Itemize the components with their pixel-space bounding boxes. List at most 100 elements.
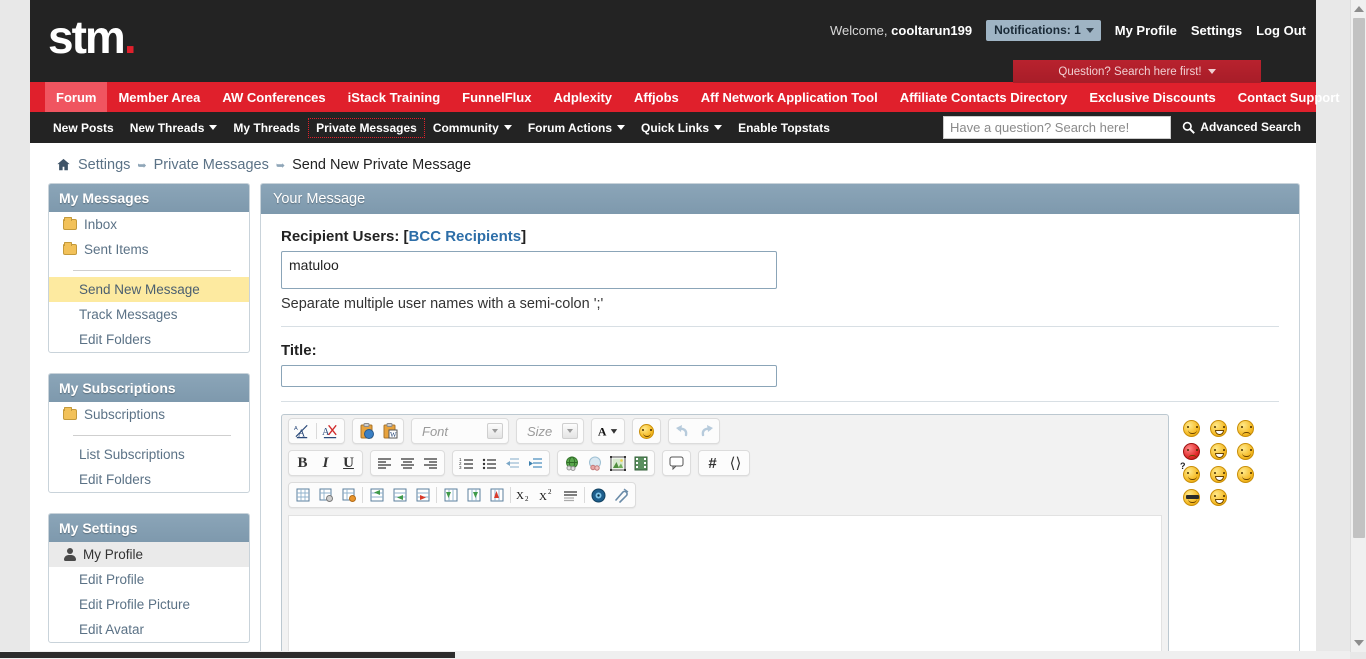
subnav-new-threads[interactable]: New Threads	[122, 118, 226, 138]
remove-text-formatting-icon[interactable]: AA	[291, 420, 314, 442]
sidebar-item-subscriptions[interactable]: Subscriptions	[49, 402, 249, 427]
surprised-smiley[interactable]	[1210, 489, 1227, 506]
remove-font-color-icon[interactable]: A	[319, 420, 342, 442]
sidebar-item-my-profile[interactable]: My Profile	[49, 542, 249, 567]
delete-row-icon[interactable]	[411, 484, 434, 506]
recipient-users-input[interactable]	[281, 251, 777, 289]
sidebar-item-sent-items[interactable]: Sent Items	[49, 237, 249, 262]
superscript-icon[interactable]: X2	[536, 484, 559, 506]
insert-quote-icon[interactable]	[665, 452, 688, 474]
nav-item-aff-network-application-tool[interactable]: Aff Network Application Tool	[690, 82, 889, 112]
nav-item-aw-conferences[interactable]: AW Conferences	[211, 82, 336, 112]
paste-icon[interactable]	[355, 420, 378, 442]
search-input[interactable]	[943, 116, 1171, 139]
bold-icon[interactable]: B	[291, 452, 314, 474]
subscript-icon[interactable]: X2	[513, 484, 536, 506]
font-family-select[interactable]: Font	[414, 420, 506, 442]
sidebar-item-edit-folders-subscriptions[interactable]: Edit Folders	[49, 467, 249, 492]
insert-row-before-icon[interactable]	[365, 484, 388, 506]
outdent-icon[interactable]	[501, 452, 524, 474]
sidebar-item-edit-folders[interactable]: Edit Folders	[49, 327, 249, 352]
breadcrumb-item-settings[interactable]: Settings	[78, 157, 130, 173]
redo-icon[interactable]	[694, 420, 717, 442]
my-profile-link[interactable]: My Profile	[1115, 23, 1177, 38]
nav-item-affiliate-contacts-directory[interactable]: Affiliate Contacts Directory	[889, 82, 1079, 112]
table-properties-icon[interactable]	[314, 484, 337, 506]
sidebar-item-edit-avatar[interactable]: Edit Avatar	[49, 617, 249, 642]
log-out-link[interactable]: Log Out	[1256, 23, 1306, 38]
insert-image-icon[interactable]	[606, 452, 629, 474]
nav-item-exclusive-discounts[interactable]: Exclusive Discounts	[1078, 82, 1226, 112]
undo-icon[interactable]	[671, 420, 694, 442]
insert-attachment-icon[interactable]	[610, 484, 633, 506]
nav-item-istack-training[interactable]: iStack Training	[337, 82, 451, 112]
sidebar-item-track-messages[interactable]: Track Messages	[49, 302, 249, 327]
bcc-recipients-link[interactable]: BCC Recipients	[409, 228, 522, 245]
vertical-scrollbar-thumb[interactable]	[1353, 18, 1365, 538]
cool-smiley[interactable]	[1183, 489, 1200, 506]
align-right-icon[interactable]	[419, 452, 442, 474]
roll-eyes-smiley[interactable]	[1237, 466, 1254, 483]
sidebar-item-list-subscriptions[interactable]: List Subscriptions	[49, 442, 249, 467]
italic-icon[interactable]: I	[314, 452, 337, 474]
indent-icon[interactable]	[524, 452, 547, 474]
font-color-icon[interactable]: A	[594, 420, 622, 442]
horizontal-scrollbar-thumb[interactable]	[0, 652, 455, 658]
sidebar-item-send-new-message[interactable]: Send New Message	[49, 277, 249, 302]
grin-smiley[interactable]	[1210, 420, 1227, 437]
ordered-list-icon[interactable]: 123	[455, 452, 478, 474]
subnav-quick-links[interactable]: Quick Links	[633, 118, 730, 138]
smilies-icon[interactable]	[635, 420, 658, 442]
nav-item-forum[interactable]: Forum	[45, 82, 108, 112]
confused-smiley[interactable]: ?	[1180, 461, 1200, 483]
subnav-community[interactable]: Community	[425, 118, 520, 138]
message-body-editor[interactable]	[288, 515, 1162, 659]
scroll-down-arrow-icon[interactable]	[1354, 640, 1364, 646]
underline-icon[interactable]: U	[337, 452, 360, 474]
sidebar-item-inbox[interactable]: Inbox	[49, 212, 249, 237]
delete-column-icon[interactable]	[485, 484, 508, 506]
angry-smiley[interactable]	[1183, 443, 1200, 460]
frown-smiley[interactable]	[1237, 420, 1254, 437]
insert-row-after-icon[interactable]	[388, 484, 411, 506]
unlink-icon[interactable]	[583, 452, 606, 474]
insert-html-icon[interactable]: ⟨⟩	[724, 452, 747, 474]
subnav-forum-actions[interactable]: Forum Actions	[520, 118, 633, 138]
sidebar-item-edit-profile[interactable]: Edit Profile	[49, 567, 249, 592]
smile-smiley[interactable]	[1183, 420, 1200, 437]
subnav-new-posts[interactable]: New Posts	[45, 118, 122, 138]
insert-code-icon[interactable]: #	[701, 452, 724, 474]
nav-item-member-area[interactable]: Member Area	[107, 82, 211, 112]
sidebar-item-edit-profile-picture[interactable]: Edit Profile Picture	[49, 592, 249, 617]
notifications-button[interactable]: Notifications: 1	[986, 20, 1101, 41]
subnav-my-threads[interactable]: My Threads	[225, 118, 308, 138]
unordered-list-icon[interactable]	[478, 452, 501, 474]
advanced-search-link[interactable]: Advanced Search	[1182, 120, 1301, 134]
insert-media-icon[interactable]	[587, 484, 610, 506]
nav-item-adplexity[interactable]: Adplexity	[542, 82, 623, 112]
subnav-enable-topstats[interactable]: Enable Topstats	[730, 118, 838, 138]
nav-item-affjobs[interactable]: Affjobs	[623, 82, 690, 112]
insert-column-after-icon[interactable]	[462, 484, 485, 506]
tongue-smiley[interactable]	[1210, 443, 1227, 460]
wink-smiley[interactable]	[1237, 443, 1254, 460]
title-input[interactable]	[281, 365, 777, 387]
delete-table-icon[interactable]	[337, 484, 360, 506]
horizontal-scrollbar[interactable]	[0, 651, 1350, 659]
insert-video-icon[interactable]	[629, 452, 652, 474]
laugh-smiley[interactable]	[1210, 466, 1227, 483]
question-search-button[interactable]: Question? Search here first!	[1013, 60, 1261, 83]
align-center-icon[interactable]	[396, 452, 419, 474]
insert-table-icon[interactable]	[291, 484, 314, 506]
site-logo[interactable]: stm.	[48, 14, 137, 60]
horizontal-rule-icon[interactable]	[559, 484, 582, 506]
subnav-private-messages[interactable]: Private Messages	[308, 117, 425, 138]
nav-item-funnelflux[interactable]: FunnelFlux	[451, 82, 542, 112]
vertical-scrollbar[interactable]	[1350, 0, 1366, 652]
breadcrumb-item-private-messages[interactable]: Private Messages	[154, 157, 269, 173]
home-icon[interactable]	[56, 158, 71, 172]
settings-link[interactable]: Settings	[1191, 23, 1242, 38]
nav-item-contact-support[interactable]: Contact Support	[1227, 82, 1351, 112]
insert-link-icon[interactable]	[560, 452, 583, 474]
paste-from-word-icon[interactable]: W	[378, 420, 401, 442]
